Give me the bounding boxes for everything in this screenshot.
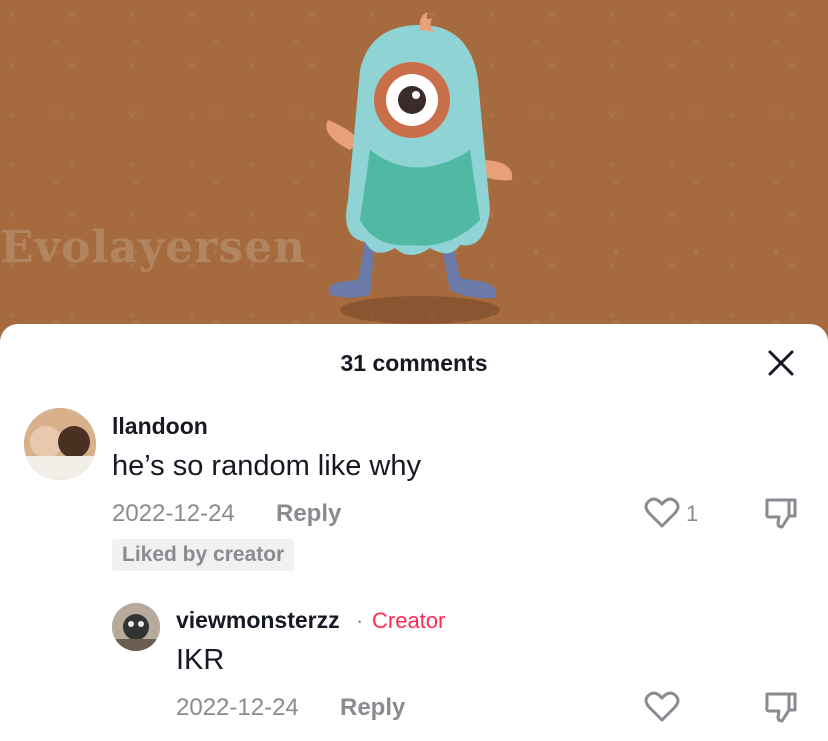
- comments-count-title: 31 comments: [340, 350, 488, 376]
- comment-username[interactable]: llandoon: [112, 413, 208, 440]
- separator-dot: ·: [356, 608, 364, 633]
- comment-username[interactable]: viewmonsterzz: [176, 607, 340, 634]
- reply-button[interactable]: Reply: [340, 694, 405, 722]
- comment-text: IKR: [176, 644, 225, 676]
- reply-button[interactable]: Reply: [276, 500, 341, 528]
- close-icon[interactable]: [766, 348, 796, 378]
- comment-date: 2022-12-24: [176, 694, 299, 721]
- liked-by-creator-badge: Liked by creator: [112, 539, 295, 571]
- comments-sheet: 31 comments llandoon he’s so random like…: [0, 324, 828, 741]
- comment-date: 2022-12-24: [112, 500, 235, 527]
- creator-tag: Creator: [372, 608, 446, 633]
- comment-text: he’s so random like why: [112, 450, 421, 482]
- video-background[interactable]: Evolayersen: [0, 0, 828, 345]
- monster-character-image: [326, 12, 513, 324]
- like-count: 1: [686, 501, 699, 526]
- heart-icon[interactable]: [644, 691, 680, 723]
- heart-icon[interactable]: [644, 497, 680, 529]
- video-watermark: Evolayersen: [0, 222, 307, 273]
- thumbs-down-icon[interactable]: [764, 690, 798, 724]
- avatar[interactable]: [24, 408, 96, 480]
- avatar[interactable]: [112, 603, 160, 651]
- thumbs-down-icon[interactable]: [764, 496, 798, 530]
